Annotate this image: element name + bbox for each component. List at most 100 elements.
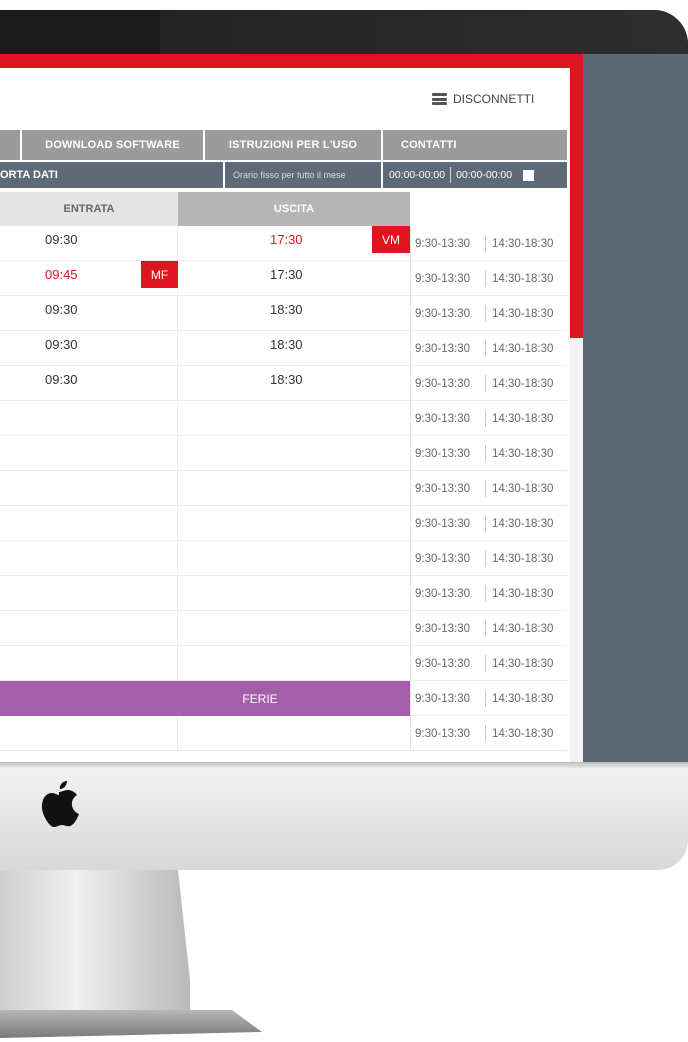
entrata-cell[interactable]: 09:45 MF [0, 261, 178, 296]
schedule-morning: 9:30-13:30 [415, 377, 470, 390]
table-row: 9:30-13:30 14:30-18:30 [0, 471, 567, 506]
schedule-cell: 9:30-13:30 14:30-18:30 [410, 366, 567, 401]
monitor-screen: DISCONNETTI DOWNLOAD SOFTWARE ISTRUZIONI… [0, 54, 688, 762]
schedule-cell: 9:30-13:30 14:30-18:30 [410, 436, 567, 471]
uscita-cell[interactable] [178, 401, 410, 436]
app-window: DISCONNETTI DOWNLOAD SOFTWARE ISTRUZIONI… [0, 54, 583, 762]
schedule-cell: 9:30-13:30 14:30-18:30 [410, 716, 567, 751]
entrata-cell[interactable]: 09:30 [0, 296, 178, 331]
uscita-cell[interactable] [178, 436, 410, 471]
schedule-cell: 9:30-13:30 14:30-18:30 [410, 506, 567, 541]
import-data-label[interactable]: ORTA DATI [0, 162, 223, 188]
uscita-badge[interactable]: VM [372, 226, 410, 253]
entrata-cell[interactable]: 09:30 [0, 331, 178, 366]
schedule-afternoon: 14:30-18:30 [492, 412, 554, 425]
schedule-divider [485, 725, 486, 742]
schedule-cell: 9:30-13:30 14:30-18:30 [410, 401, 567, 436]
uscita-cell[interactable] [178, 611, 410, 646]
entrata-cell[interactable] [0, 436, 178, 471]
schedule-divider [485, 550, 486, 567]
table-row: 9:30-13:30 14:30-18:30 [0, 401, 567, 436]
uscita-time: 17:30 [270, 232, 303, 247]
fixed-range-1[interactable]: 00:00-00:00 [389, 169, 445, 181]
schedule-afternoon: 14:30-18:30 [492, 692, 554, 705]
schedule-cell: 9:30-13:30 14:30-18:30 [410, 611, 567, 646]
schedule-afternoon: 14:30-18:30 [492, 342, 554, 355]
uscita-cell[interactable]: 18:30 [178, 366, 410, 401]
entrata-cell[interactable] [0, 401, 178, 436]
schedule-morning: 9:30-13:30 [415, 727, 470, 740]
table-row: 9:30-13:30 14:30-18:30 [0, 506, 567, 541]
uscita-cell[interactable]: 17:30 VM [178, 226, 410, 261]
entrata-cell[interactable] [0, 646, 178, 681]
nav-item-contatti[interactable]: CONTATTI [381, 130, 567, 160]
schedule-afternoon: 14:30-18:30 [492, 727, 554, 740]
logout-button[interactable]: DISCONNETTI [432, 92, 534, 106]
uscita-cell[interactable] [178, 716, 410, 751]
schedule-afternoon: 14:30-18:30 [492, 552, 554, 565]
schedule-afternoon: 14:30-18:30 [492, 237, 554, 250]
entrata-cell[interactable]: 09:30 [0, 366, 178, 401]
uscita-cell[interactable]: 18:30 [178, 296, 410, 331]
data-bar: ORTA DATI Orario fisso per tutto il mese… [0, 162, 567, 188]
nav-item-istruzioni[interactable]: ISTRUZIONI PER L'USO [203, 130, 381, 160]
schedule-divider [485, 690, 486, 707]
entrata-badge[interactable]: MF [141, 261, 178, 288]
uscita-cell[interactable] [178, 576, 410, 611]
uscita-cell[interactable] [178, 646, 410, 681]
schedule-divider [485, 270, 486, 287]
schedule-cell: 9:30-13:30 14:30-18:30 [410, 471, 567, 506]
fixed-schedule-checkbox[interactable] [523, 169, 535, 181]
entrata-cell[interactable] [0, 541, 178, 576]
schedule-cell: 9:30-13:30 14:30-18:30 [410, 296, 567, 331]
table-row: 9:30-13:30 14:30-18:30 [0, 611, 567, 646]
schedule-cell: 9:30-13:30 14:30-18:30 [410, 646, 567, 681]
entrata-time: 09:30 [45, 372, 78, 387]
entrata-cell[interactable] [0, 576, 178, 611]
table-row: 9:30-13:30 14:30-18:30 [0, 646, 567, 681]
table-row: 9:30-13:30 14:30-18:30 [0, 576, 567, 611]
nav-item-download-software[interactable]: DOWNLOAD SOFTWARE [20, 130, 203, 160]
schedule-afternoon: 14:30-18:30 [492, 587, 554, 600]
uscita-cell[interactable] [178, 541, 410, 576]
entrata-time: 09:30 [45, 232, 78, 247]
main-nav: DOWNLOAD SOFTWARE ISTRUZIONI PER L'USO C… [0, 130, 567, 160]
fixed-range-2[interactable]: 00:00-00:00 [456, 169, 512, 181]
scrollbar-track[interactable] [570, 338, 583, 762]
entrata-cell[interactable]: 09:30 [0, 226, 178, 261]
schedule-cell: 9:30-13:30 14:30-18:30 [410, 261, 567, 296]
schedule-morning: 9:30-13:30 [415, 657, 470, 670]
monitor-chin [0, 762, 688, 870]
uscita-cell[interactable]: 18:30 [178, 331, 410, 366]
schedule-cell: 9:30-13:30 14:30-18:30 [410, 331, 567, 366]
entrata-cell[interactable] [0, 506, 178, 541]
table-row: 09:30 18:30 9:30-13:30 14:30-18:30 [0, 366, 567, 401]
schedule-divider [485, 655, 486, 672]
uscita-time: 18:30 [270, 337, 303, 352]
logout-label: DISCONNETTI [453, 92, 535, 106]
schedule-morning: 9:30-13:30 [415, 587, 470, 600]
schedule-divider [485, 410, 486, 427]
schedule-morning: 9:30-13:30 [415, 272, 470, 285]
monitor-stand-base [0, 1010, 262, 1038]
schedule-morning: 9:30-13:30 [415, 342, 470, 355]
table-row: 09:45 MF 17:30 9:30-13:30 14:30-18:30 [0, 261, 567, 296]
schedule-cell: 9:30-13:30 14:30-18:30 [410, 226, 567, 261]
entrata-cell[interactable] [0, 471, 178, 506]
uscita-cell[interactable]: 17:30 [178, 261, 410, 296]
uscita-cell[interactable] [178, 471, 410, 506]
scrollbar-thumb[interactable] [570, 68, 583, 338]
schedule-afternoon: 14:30-18:30 [492, 482, 554, 495]
nav-item-partial[interactable] [0, 130, 20, 160]
schedule-cell: 9:30-13:30 14:30-18:30 [410, 681, 567, 716]
monitor-stand [0, 870, 190, 1012]
fixed-schedule-inputs: 00:00-00:00 00:00-00:00 [381, 162, 567, 188]
entrata-cell[interactable] [0, 611, 178, 646]
entrata-cell[interactable] [0, 716, 178, 751]
column-header-uscita: USCITA [178, 192, 410, 226]
schedule-morning: 9:30-13:30 [415, 307, 470, 320]
uscita-cell[interactable] [178, 506, 410, 541]
ferie-bar[interactable]: FERIE [0, 681, 410, 716]
schedule-morning: 9:30-13:30 [415, 237, 470, 250]
schedule-morning: 9:30-13:30 [415, 482, 470, 495]
